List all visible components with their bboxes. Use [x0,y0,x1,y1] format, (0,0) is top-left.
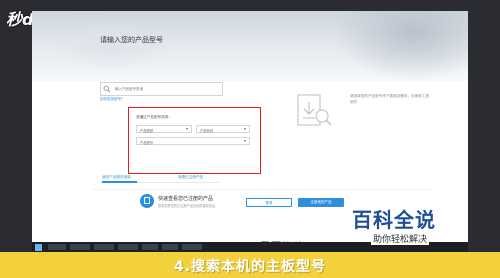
right-help-text: 请选择您的产品型号来下载驱动程序、手册和工具软件 [350,94,430,104]
taskbar-app[interactable] [94,244,114,250]
quick-subtitle: 登录查看您的已注册产品及相关服务信息 [158,204,216,208]
taskbar-app[interactable] [182,244,202,250]
taskbar-app[interactable] [70,244,90,250]
chevron-down-icon [186,128,188,130]
select-section-label: 或通过产品型号选择： [136,115,172,119]
chevron-down-icon [244,140,246,142]
download-document-icon [297,94,332,126]
search-input[interactable] [115,84,215,93]
taskbar-app[interactable] [142,244,158,250]
chevron-down-icon [244,128,246,130]
product-model-select[interactable]: 产品型号 [136,137,250,145]
taskbar-app[interactable] [48,244,66,250]
register-product-button[interactable]: 注册我的产品 [298,198,344,207]
tab-my-product-guide[interactable]: 我的产品服务指南 [102,175,131,180]
watermark-subtitle: 助你轻松解决 [371,232,430,245]
start-button[interactable] [35,243,42,251]
search-icon [103,85,111,93]
caption-bar: 4.搜索本机的主板型号 [0,252,500,278]
product-type-select[interactable]: 产品类型 [136,125,192,133]
login-button[interactable]: 登录 [246,198,292,207]
watermark-title: 百科全说 [352,208,436,232]
taskbar-app[interactable] [118,244,138,250]
quick-title: 快速查看您已注册的产品 [158,196,214,202]
taskbar-app[interactable] [162,244,178,250]
find-model-link[interactable]: 如何查找型号？ [100,97,125,102]
product-register-icon [140,194,154,208]
tab-registered-products[interactable]: 查看已注册产品 [178,175,203,180]
model-search-field[interactable] [100,82,223,96]
step-caption: 4.搜索本机的主板型号 [173,259,327,275]
hero-banner [32,11,468,81]
form-title: 请输入您的产品型号 [100,36,163,44]
product-series-select[interactable]: 产品系列 [196,125,250,133]
